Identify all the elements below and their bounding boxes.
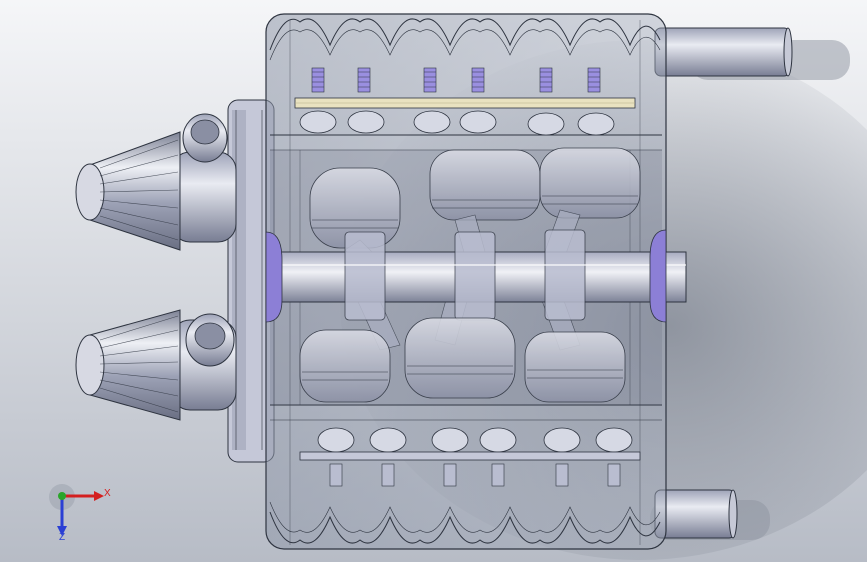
y-axis-dot <box>58 492 66 500</box>
exhaust-pipe-top[interactable] <box>654 27 793 77</box>
z-axis-label: Z <box>59 532 66 543</box>
coordinate-triad: X Z <box>44 482 114 546</box>
valve-rail-bottom <box>299 451 641 461</box>
exhaust-pipe-bottom[interactable] <box>654 489 738 539</box>
valve-rail-top <box>294 97 636 109</box>
x-axis-label: X <box>104 488 111 499</box>
engine-3d-view[interactable] <box>0 0 867 562</box>
graphics-viewport[interactable]: X Z <box>0 0 867 562</box>
